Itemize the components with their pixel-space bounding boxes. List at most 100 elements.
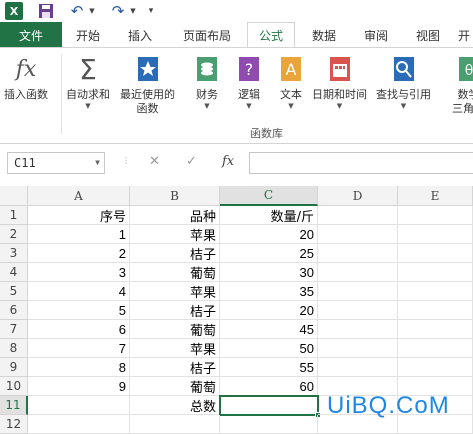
cell-e5[interactable] [398,282,473,301]
cancel-icon[interactable]: ✕ [149,154,160,169]
row-header[interactable]: 5 [0,282,28,301]
cell-a4[interactable]: 3 [28,263,130,282]
insert-function-icon[interactable]: fx [222,154,234,169]
name-box[interactable]: C11 ▼ [7,152,105,174]
cell-c2[interactable]: 20 [220,225,318,244]
cell-a8[interactable]: 7 [28,339,130,358]
undo-dropdown-icon[interactable]: ▼ [88,2,96,20]
cell-a10[interactable]: 9 [28,377,130,396]
cell-c7[interactable]: 45 [220,320,318,339]
cell-b8[interactable]: 苹果 [130,339,220,358]
cell-d4[interactable] [318,263,398,282]
cell-b3[interactable]: 桔子 [130,244,220,263]
tab-insert[interactable]: 插入 [118,22,162,48]
redo-icon[interactable]: ↷ [109,2,127,20]
undo-icon[interactable]: ↶ [68,2,86,20]
cell-b1[interactable]: 品种 [130,206,220,225]
cell-b5[interactable]: 苹果 [130,282,220,301]
lookup-button[interactable]: 查找与引用 ▼ [376,54,431,111]
tab-view[interactable]: 视图 [406,22,450,48]
row-header[interactable]: 4 [0,263,28,282]
cell-a7[interactable]: 6 [28,320,130,339]
cell-c1[interactable]: 数量/斤 [220,206,318,225]
cell-d3[interactable] [318,244,398,263]
cell-b6[interactable]: 桔子 [130,301,220,320]
cell-d5[interactable] [318,282,398,301]
cell-e1[interactable] [398,206,473,225]
column-header-a[interactable]: A [28,186,130,206]
cell-d8[interactable] [318,339,398,358]
column-header-b[interactable]: B [130,186,220,206]
cell-e7[interactable] [398,320,473,339]
cell-b11[interactable]: 总数 [130,396,220,415]
cell-a6[interactable]: 5 [28,301,130,320]
cell-b9[interactable]: 桔子 [130,358,220,377]
logical-button[interactable]: ? 逻辑 ▼ [234,54,264,111]
save-icon[interactable] [38,2,54,20]
tab-review[interactable]: 审阅 [354,22,398,48]
cell-c4[interactable]: 30 [220,263,318,282]
cell-a11[interactable] [28,396,130,415]
cell-d7[interactable] [318,320,398,339]
row-header[interactable]: 1 [0,206,28,225]
cell-e8[interactable] [398,339,473,358]
cell-d1[interactable] [318,206,398,225]
row-header[interactable]: 7 [0,320,28,339]
cell-d2[interactable] [318,225,398,244]
cell-e2[interactable] [398,225,473,244]
cell-e9[interactable] [398,358,473,377]
financial-button[interactable]: 财务 ▼ [192,54,222,111]
cell-a1[interactable]: 序号 [28,206,130,225]
cell-c3[interactable]: 25 [220,244,318,263]
cell-b7[interactable]: 葡萄 [130,320,220,339]
tab-formulas[interactable]: 公式 [247,22,295,48]
customize-icon[interactable]: ▾ [146,2,156,20]
cell-a12[interactable] [28,415,130,434]
cell-e3[interactable] [398,244,473,263]
cell-a3[interactable]: 2 [28,244,130,263]
insert-function-button[interactable]: fx 插入函数 [4,54,48,102]
cell-e4[interactable] [398,263,473,282]
row-header[interactable]: 10 [0,377,28,396]
excel-icon[interactable]: X [5,2,23,20]
redo-dropdown-icon[interactable]: ▼ [129,2,137,20]
cell-c6[interactable]: 20 [220,301,318,320]
datetime-button[interactable]: 日期和时间 ▼ [312,54,367,111]
tab-file[interactable]: 文件 [0,22,62,48]
cell-b10[interactable]: 葡萄 [130,377,220,396]
cell-d9[interactable] [318,358,398,377]
enter-icon[interactable]: ✓ [186,154,197,169]
cell-b2[interactable]: 苹果 [130,225,220,244]
column-header-e[interactable]: E [398,186,473,206]
recent-functions-button[interactable]: 最近使用的 函数 [120,54,175,116]
row-header[interactable]: 6 [0,301,28,320]
cell-c9[interactable]: 55 [220,358,318,377]
cell-d6[interactable] [318,301,398,320]
column-header-c[interactable]: C [220,186,318,206]
cell-c5[interactable]: 35 [220,282,318,301]
resize-dots-icon[interactable]: ⋮ [122,156,130,165]
cell-e6[interactable] [398,301,473,320]
tab-data[interactable]: 数据 [302,22,346,48]
cell-a5[interactable]: 4 [28,282,130,301]
cell-b12[interactable] [130,415,220,434]
tab-home[interactable]: 开始 [66,22,110,48]
tab-developer[interactable]: 开 [455,22,473,48]
row-header[interactable]: 8 [0,339,28,358]
row-header-selected[interactable]: 11 [0,396,28,415]
cell-b4[interactable]: 葡萄 [130,263,220,282]
select-all-corner[interactable] [0,186,28,206]
cell-c10[interactable]: 60 [220,377,318,396]
row-header[interactable]: 12 [0,415,28,434]
column-header-d[interactable]: D [318,186,398,206]
active-cell-c11[interactable] [219,395,319,416]
cell-c8[interactable]: 50 [220,339,318,358]
row-header[interactable]: 3 [0,244,28,263]
cell-a9[interactable]: 8 [28,358,130,377]
chevron-down-icon[interactable]: ▼ [95,153,100,173]
autosum-button[interactable]: Σ 自动求和 ▼ [66,54,110,111]
formula-input[interactable] [249,152,473,174]
row-header[interactable]: 9 [0,358,28,377]
text-button[interactable]: A 文本 ▼ [276,54,306,111]
math-button[interactable]: θ 数学 三角函 [452,54,473,116]
